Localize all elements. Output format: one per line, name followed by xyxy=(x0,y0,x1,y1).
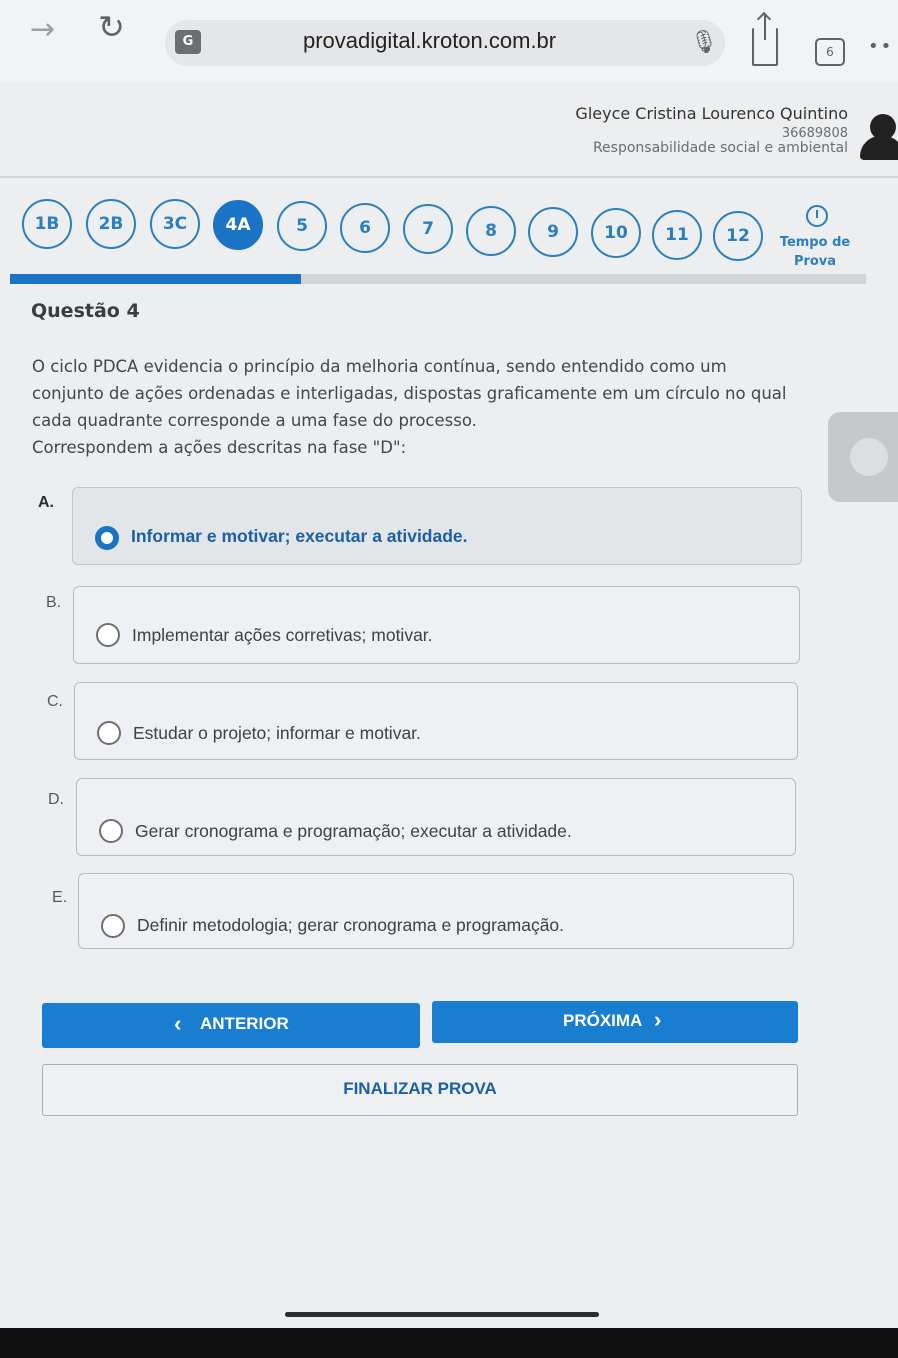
question-nav-item[interactable]: 10 xyxy=(591,208,641,258)
home-indicator xyxy=(285,1312,599,1317)
course-name: Responsabilidade social e ambiental xyxy=(592,140,848,156)
device-bottom-edge xyxy=(0,1328,898,1358)
question-text-line: Correspondem a ações descritas na fase "… xyxy=(32,438,407,457)
side-panel-handle[interactable] xyxy=(828,412,898,502)
option-a-text: Informar e motivar; executar a atividade… xyxy=(131,526,468,546)
question-nav-item[interactable]: 2B xyxy=(86,199,136,249)
question-text-line: O ciclo PDCA evidencia o princípio da me… xyxy=(32,357,727,376)
radio-unchecked-icon[interactable] xyxy=(96,623,120,647)
question-nav-item[interactable]: 1B xyxy=(22,199,72,249)
option-letter-c: C. xyxy=(47,693,63,710)
progress-bar xyxy=(10,274,866,284)
share-icon[interactable] xyxy=(752,14,778,66)
browser-toolbar: → ↻ G provadigital.kroton.com.br 🎙 6 •• xyxy=(0,0,898,82)
reload-icon[interactable]: ↻ xyxy=(98,8,125,46)
previous-button[interactable]: ‹ ANTERIOR xyxy=(42,1003,420,1048)
radio-checked-icon[interactable] xyxy=(95,526,119,550)
option-letter-a: A. xyxy=(38,494,54,511)
timer-label-line2: Prova xyxy=(793,254,837,269)
question-text: O ciclo PDCA evidencia o princípio da me… xyxy=(32,353,822,461)
question-nav-item[interactable]: 7 xyxy=(403,204,453,254)
address-bar[interactable]: G provadigital.kroton.com.br 🎙 xyxy=(165,20,725,66)
option-c[interactable]: Estudar o projeto; informar e motivar. xyxy=(74,682,798,760)
option-b[interactable]: Implementar ações corretivas; motivar. xyxy=(73,586,800,664)
question-nav-item[interactable]: 8 xyxy=(466,206,516,256)
question-nav-item[interactable]: 5 xyxy=(277,201,327,251)
option-a[interactable]: Informar e motivar; executar a atividade… xyxy=(72,487,802,565)
forward-arrow-icon[interactable]: → xyxy=(30,12,55,47)
chevron-right-icon: › xyxy=(654,1007,662,1032)
radio-unchecked-icon[interactable] xyxy=(99,819,123,843)
question-nav-item[interactable]: 3C xyxy=(150,199,200,249)
previous-button-label: ANTERIOR xyxy=(200,1014,289,1033)
radio-unchecked-icon[interactable] xyxy=(101,914,125,938)
option-d[interactable]: Gerar cronograma e programação; executar… xyxy=(76,778,796,856)
translate-icon[interactable]: G xyxy=(175,30,201,54)
clock-icon xyxy=(806,205,828,227)
option-d-text: Gerar cronograma e programação; executar… xyxy=(135,821,572,841)
question-nav-item[interactable]: 11 xyxy=(652,210,702,260)
next-button[interactable]: PRÓXIMA › xyxy=(432,1001,798,1043)
microphone-icon[interactable]: 🎙 xyxy=(690,30,718,55)
avatar-icon[interactable] xyxy=(860,114,898,160)
header-divider xyxy=(0,176,898,178)
option-letter-d: D. xyxy=(48,791,64,808)
option-letter-e: E. xyxy=(52,889,68,906)
tabs-count-icon[interactable]: 6 xyxy=(815,38,845,66)
chevron-left-icon: ‹ xyxy=(174,1011,182,1036)
question-nav-item[interactable]: 12 xyxy=(713,211,763,261)
timer-label-line1: Tempo de xyxy=(779,235,851,250)
option-e-text: Definir metodologia; gerar cronograma e … xyxy=(137,915,565,935)
question-text-line: cada quadrante corresponde a uma fase do… xyxy=(32,411,477,430)
user-header: Gleyce Cristina Lourenco Quintino 366898… xyxy=(0,82,898,178)
question-navigation: 1B 2B 3C 4A 5 6 7 8 9 10 11 12 Tempo de … xyxy=(0,195,898,269)
option-letter-b: B. xyxy=(46,594,62,611)
next-button-label: PRÓXIMA xyxy=(563,1011,643,1030)
more-icon[interactable]: •• xyxy=(868,36,893,57)
question-nav-item[interactable]: 9 xyxy=(528,207,578,257)
user-name: Gleyce Cristina Lourenco Quintino xyxy=(575,104,848,123)
finish-exam-button[interactable]: FINALIZAR PROVA xyxy=(42,1064,798,1116)
user-id: 36689808 xyxy=(781,126,848,141)
option-e[interactable]: Definir metodologia; gerar cronograma e … xyxy=(78,873,794,949)
radio-unchecked-icon[interactable] xyxy=(97,721,121,745)
option-c-text: Estudar o projeto; informar e motivar. xyxy=(133,723,421,743)
question-text-line: conjunto de ações ordenadas e interligad… xyxy=(32,384,787,403)
url-text[interactable]: provadigital.kroton.com.br xyxy=(303,28,556,54)
progress-bar-fill xyxy=(10,274,302,284)
question-nav-item[interactable]: 6 xyxy=(340,203,390,253)
question-nav-item-active[interactable]: 4A xyxy=(213,200,263,250)
exam-timer[interactable]: Tempo de Prova xyxy=(775,233,855,271)
question-title: Questão 4 xyxy=(31,300,140,322)
option-b-text: Implementar ações corretivas; motivar. xyxy=(132,625,433,645)
